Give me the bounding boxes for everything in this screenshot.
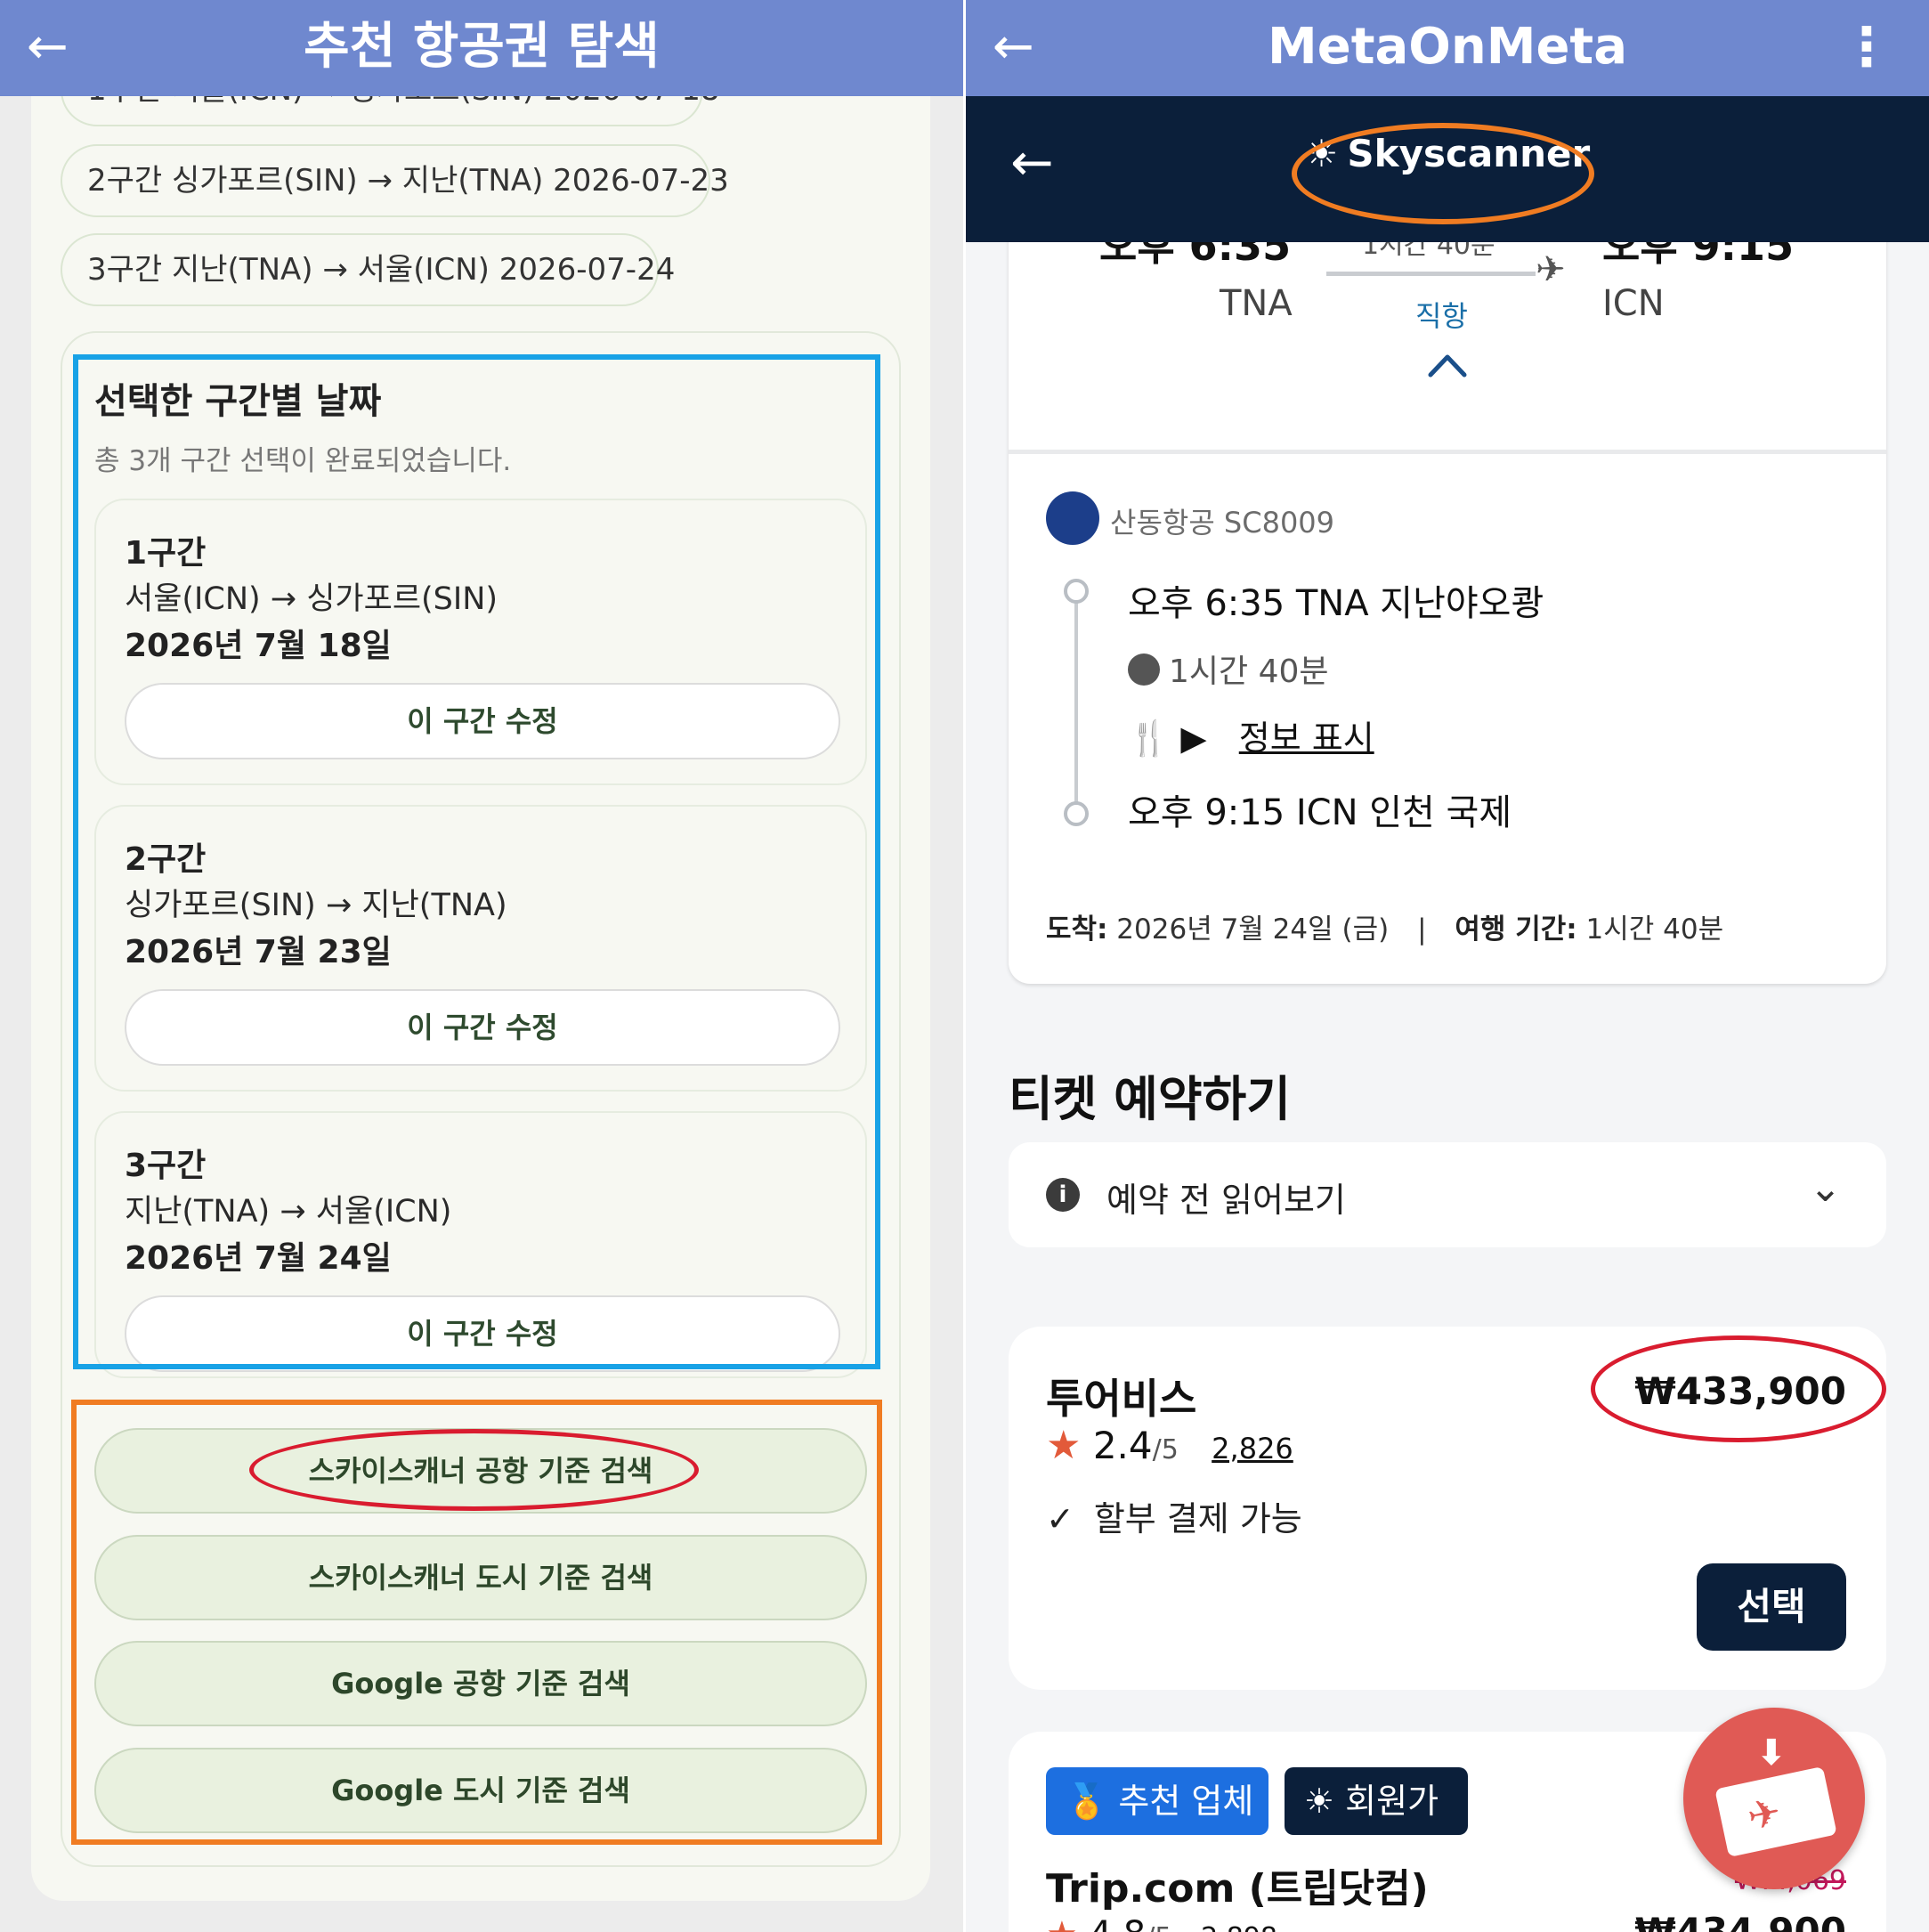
ticket-icon: ✈: [1714, 1766, 1837, 1858]
member-badge-label: 회원가: [1345, 1782, 1439, 1821]
offer-feature: ✓ 할부 결제 가능: [1046, 1491, 1302, 1540]
plane-icon: ✈: [1743, 1789, 1786, 1841]
provider-name: 투어비스: [1046, 1375, 1197, 1423]
provider-rating: ★ 4.8/5 2,898: [1046, 1914, 1277, 1932]
card-divider: [1009, 450, 1886, 454]
review-count-link[interactable]: 2,826: [1212, 1432, 1293, 1465]
travel-time-value: 1시간 40분: [1585, 913, 1724, 946]
airline-flight-number: 산동항공 SC8009: [1110, 506, 1335, 540]
rating-scale: /5: [1146, 1922, 1171, 1932]
arrival-code: ICN: [1602, 283, 1665, 324]
show-info-link[interactable]: 정보 표시: [1239, 718, 1374, 758]
departure-code: TNA: [1220, 283, 1293, 324]
star-icon: ★: [1046, 1423, 1082, 1468]
arrival-summary: 도착: 2026년 7월 24일 (금) | 여행 기간: 1시간 40분: [1046, 906, 1723, 946]
pre-booking-notice[interactable]: i 예약 전 읽어보기 ⌄: [1009, 1142, 1886, 1247]
recommended-badge: 🏅 추천 업체: [1046, 1767, 1268, 1835]
segment-chip-2[interactable]: 2구간 싱가포르(SIN) → 지난(TNA) 2026-07-23: [61, 144, 729, 217]
right-app-bar: ← MetaOnMeta ⋮: [966, 0, 1929, 96]
check-icon: ✓: [1046, 1499, 1074, 1538]
timeline-line: [1074, 591, 1078, 814]
arrival-label: 도착:: [1046, 913, 1108, 946]
summary-separator: |: [1417, 913, 1427, 946]
rating-scale: /5: [1152, 1434, 1179, 1465]
chevron-up-icon[interactable]: [1425, 343, 1470, 387]
airline-logo: [1046, 491, 1099, 545]
feature-text: 할부 결제 가능: [1093, 1499, 1302, 1538]
right-pane: 오후 6:35 1시간 40분 오후 9:15 ✈ TNA 직항 ICN 산동항…: [966, 0, 1929, 1932]
download-arrow-icon: ⬇: [1756, 1733, 1787, 1774]
review-count-link[interactable]: 2,898: [1201, 1922, 1277, 1932]
provider-rating: ★ 2.4/5 2,826: [1046, 1423, 1293, 1468]
meal-icon: 🍴: [1128, 718, 1171, 758]
clock-icon: [1128, 653, 1160, 686]
member-price-badge: ☀ 회원가: [1285, 1767, 1468, 1835]
star-icon: ★: [1046, 1914, 1078, 1932]
chevron-down-icon: ⌄: [1809, 1165, 1842, 1211]
direct-flight-label: 직항: [1415, 299, 1468, 333]
route-line: [1326, 272, 1536, 276]
ticket-fab-button[interactable]: ⬇ ✈: [1683, 1708, 1865, 1889]
rating-value: 2.4: [1092, 1424, 1153, 1467]
travel-time-label: 여행 기간:: [1455, 913, 1577, 946]
timeline-duration-text: 1시간 40분: [1169, 653, 1329, 690]
notice-label: 예약 전 읽어보기: [1106, 1181, 1346, 1220]
segment-chip-3[interactable]: 3구간 지난(TNA) → 서울(ICN) 2026-07-24: [61, 233, 675, 306]
highlight-ellipse-price: [1591, 1335, 1886, 1442]
select-offer-button[interactable]: 선택: [1697, 1563, 1846, 1651]
page-title: 추천 항공권 탐색: [304, 18, 660, 76]
recommended-badge-label: 추천 업체: [1118, 1782, 1254, 1821]
highlight-ellipse-skyscanner-airport: [249, 1429, 699, 1511]
plane-icon: ✈: [1536, 249, 1566, 290]
entertainment-icon: ▶: [1180, 718, 1207, 758]
timeline-departure-dot: [1064, 579, 1089, 604]
timeline-duration: 1시간 40분: [1128, 645, 1329, 692]
offer-price: ₩434,900: [1634, 1910, 1846, 1932]
more-vert-icon[interactable]: ⋮: [1840, 16, 1893, 78]
provider-name: Trip.com (트립닷컴): [1046, 1866, 1429, 1912]
timeline-departure: 오후 6:35 TNA 지난야오쾅: [1128, 583, 1544, 624]
left-pane: 1구간 서울(ICN) → 싱가포르(SIN) 2026-07-18 2구간 싱…: [0, 0, 963, 1932]
rating-value: 4.8: [1090, 1914, 1147, 1932]
booking-title: 티켓 예약하기: [1009, 1071, 1291, 1127]
timeline-arrival: 오후 9:15 ICN 인천 국제: [1128, 792, 1512, 833]
highlight-ellipse-skyscanner-logo: [1292, 123, 1594, 224]
medal-icon: 🏅: [1066, 1782, 1108, 1821]
amenities-row: 🍴 ▶ 정보 표시: [1128, 710, 1374, 759]
info-icon: i: [1046, 1178, 1080, 1212]
sunburst-icon: ☀: [1304, 1782, 1335, 1821]
app-title: MetaOnMeta: [1267, 18, 1627, 76]
arrival-value: 2026년 7월 24일 (금): [1116, 913, 1390, 946]
highlight-box-dates: [73, 354, 880, 1369]
left-app-bar: ← 추천 항공권 탐색: [0, 0, 963, 96]
timeline-arrival-dot: [1064, 801, 1089, 826]
